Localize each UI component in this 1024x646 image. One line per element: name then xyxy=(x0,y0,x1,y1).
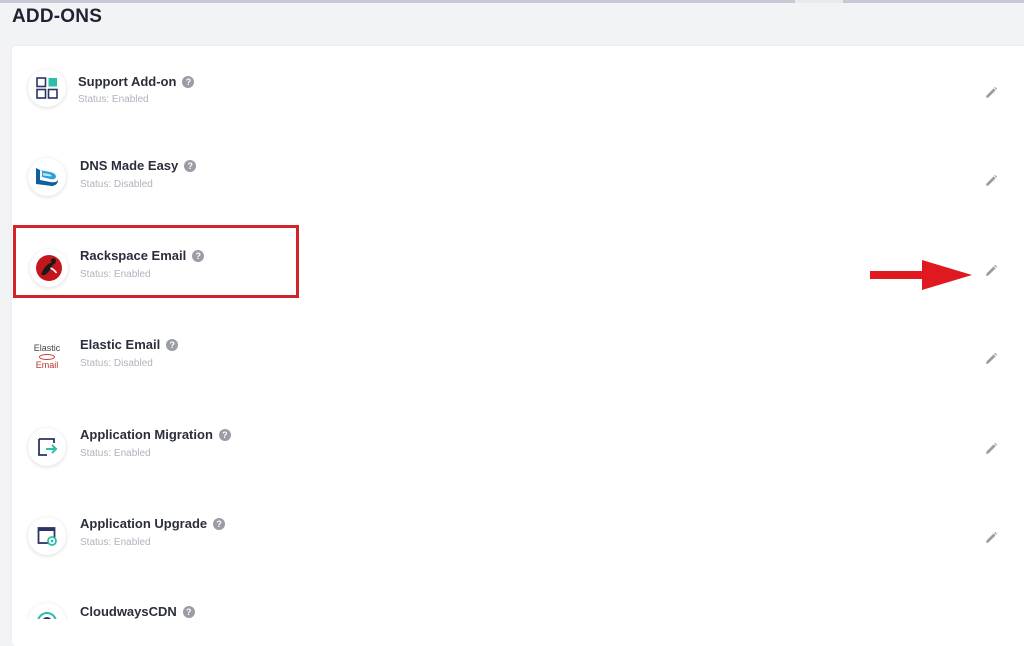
addon-row-support: Support Add-on ? Status: Enabled xyxy=(12,46,1024,136)
addon-name-text: Elastic Email xyxy=(80,337,161,352)
addon-row-application-upgrade: Application Upgrade ? Status: Enabled xyxy=(12,496,1024,586)
edit-pencil-icon[interactable] xyxy=(984,442,998,456)
edit-pencil-icon[interactable] xyxy=(984,352,998,366)
addon-status: Status: Disabled xyxy=(80,358,153,369)
addon-status: Status: Disabled xyxy=(80,179,153,190)
cdn-icon xyxy=(28,603,66,619)
addon-name-text: Support Add-on xyxy=(78,74,177,89)
help-icon[interactable]: ? xyxy=(182,75,195,88)
addon-name: Application Upgrade ? xyxy=(80,516,226,531)
elastic-email-logo: Elastic Email xyxy=(28,338,66,376)
addon-name-text: Application Migration xyxy=(80,427,213,442)
elastic-logo-text-top: Elastic xyxy=(33,343,61,353)
addon-name: DNS Made Easy ? xyxy=(80,158,197,173)
help-icon[interactable]: ? xyxy=(184,159,197,172)
edit-pencil-icon[interactable] xyxy=(984,264,998,278)
page-title: ADD-ONS xyxy=(12,6,103,27)
grid-icon xyxy=(28,69,66,107)
help-icon[interactable]: ? xyxy=(218,428,231,441)
addon-row-dns-made-easy: DNS Made Easy ? Status: Disabled xyxy=(12,136,1024,226)
addon-status: Status: Enabled xyxy=(78,94,149,105)
addon-name: Elastic Email ? xyxy=(80,337,179,352)
upgrade-icon xyxy=(28,517,66,555)
top-border-notch xyxy=(795,0,843,3)
red-arrow-icon xyxy=(870,260,972,290)
addon-name-text: DNS Made Easy xyxy=(80,158,179,173)
addon-row-application-migration: Application Migration ? Status: Enabled xyxy=(12,406,1024,496)
addon-name: Application Migration ? xyxy=(80,427,231,442)
highlight-box-annotation xyxy=(13,225,299,298)
elastic-logo-text-bottom: Email xyxy=(35,360,59,370)
addon-status: Status: Enabled xyxy=(80,448,151,459)
dns-made-easy-logo xyxy=(28,158,66,196)
migration-icon xyxy=(28,428,66,466)
addon-row-elastic-email: Elastic Email Elastic Email ? Status: Di… xyxy=(12,316,1024,406)
addon-status: Status: Enabled xyxy=(80,537,151,548)
help-icon[interactable]: ? xyxy=(182,605,195,618)
help-icon[interactable]: ? xyxy=(166,338,179,351)
edit-pencil-icon[interactable] xyxy=(984,174,998,188)
top-border xyxy=(0,0,1024,3)
edit-pencil-icon[interactable] xyxy=(984,531,998,545)
addon-name-text: Application Upgrade xyxy=(80,516,208,531)
addon-name-text: CloudwaysCDN xyxy=(80,604,177,619)
addon-name: CloudwaysCDN ? xyxy=(80,604,195,619)
addon-name: Support Add-on ? xyxy=(78,74,195,89)
addon-row-cloudwayscdn: CloudwaysCDN ? xyxy=(12,586,1024,619)
help-icon[interactable]: ? xyxy=(213,517,226,530)
edit-pencil-icon[interactable] xyxy=(984,86,998,100)
